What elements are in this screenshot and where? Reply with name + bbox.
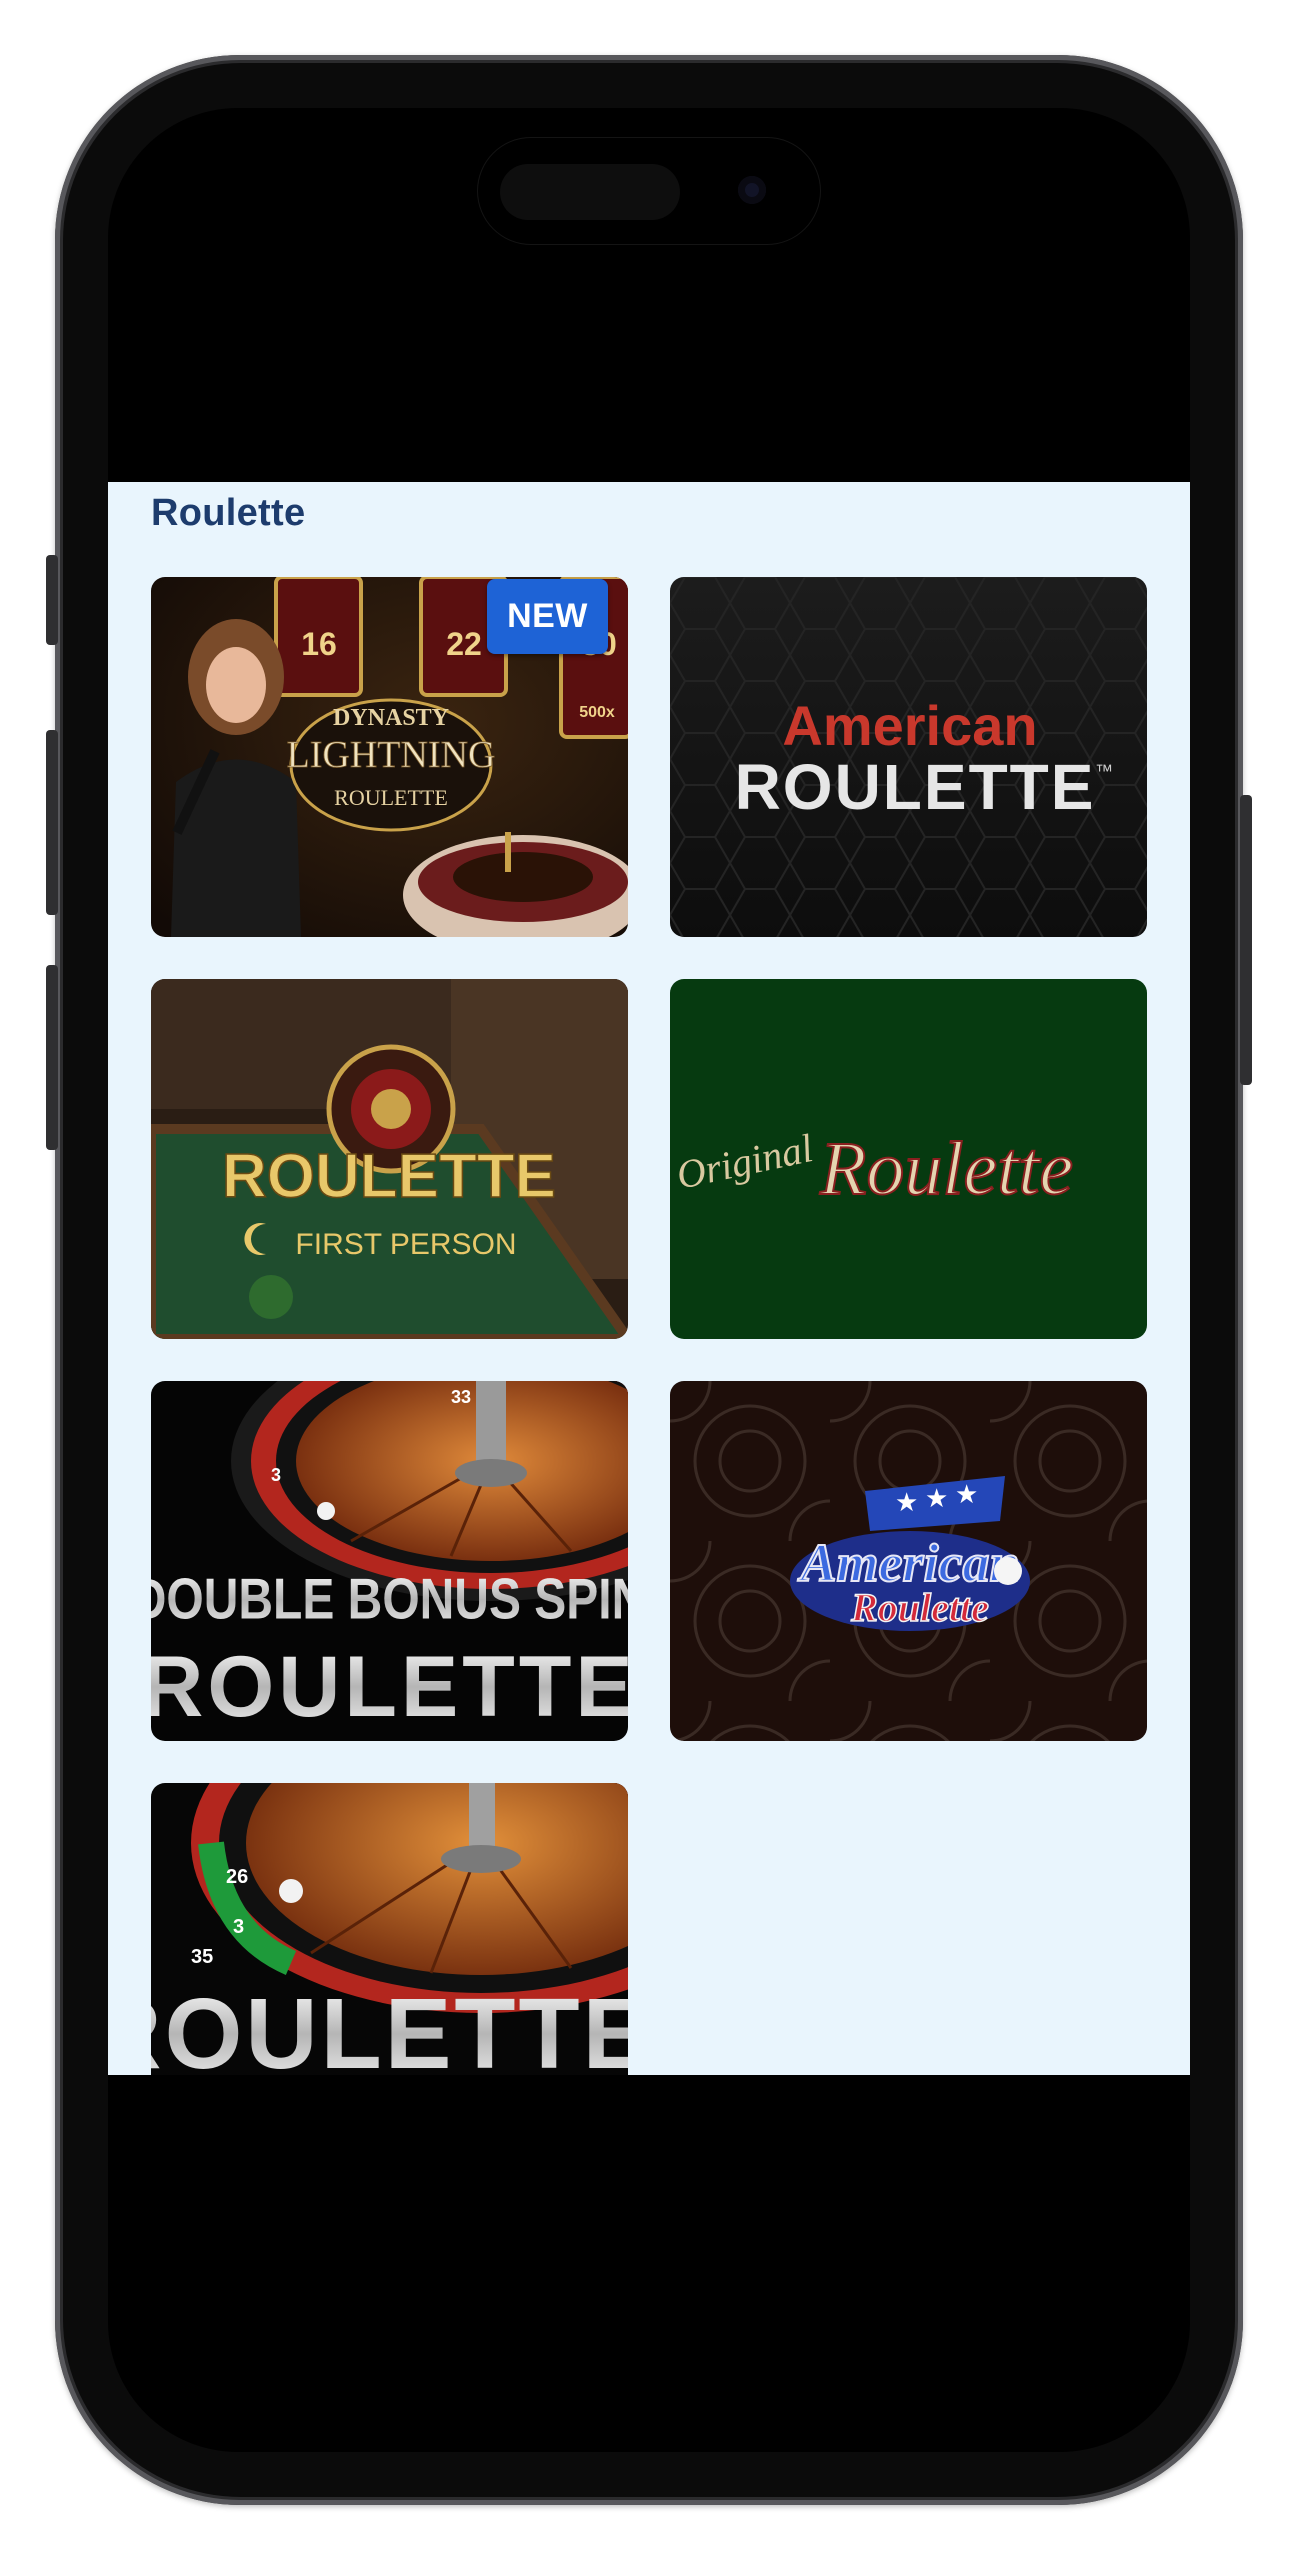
american-title-line-2: ROULETTE <box>735 751 1096 823</box>
wheel-number: 33 <box>451 1387 471 1407</box>
game-thumbnail: 26 3 35 ROULETTE! <box>151 1783 628 2075</box>
dynasty-title-line-1: DYNASTY <box>333 705 449 731</box>
trademark: ™ <box>1095 761 1113 781</box>
game-tile-american-roulette[interactable]: American ROULETTE ™ <box>670 577 1147 937</box>
game-tile-original-roulette[interactable]: Original Roulette <box>670 979 1147 1339</box>
stars-icon: ★ <box>955 1479 978 1509</box>
dynasty-title-line-3: ROULETTE <box>334 785 448 810</box>
wheel-number: 26 <box>226 1866 248 1888</box>
american-title-line-1: American <box>782 694 1037 757</box>
game-thumbnail: Original Roulette <box>670 979 1147 1339</box>
double-bonus-title-line-2: ROULETTE <box>151 1639 628 1735</box>
original-title-line-2: Roulette <box>819 1127 1073 1211</box>
dynasty-number-1: 16 <box>301 626 337 662</box>
game-thumbnail: American ROULETTE ™ <box>670 577 1147 937</box>
front-camera-icon <box>738 176 766 204</box>
game-thumbnail: ROULETTE FIRST PERSON <box>151 979 628 1339</box>
section-title: Roulette <box>151 492 306 534</box>
stars-icon: ★ <box>895 1487 918 1517</box>
dynamic-island <box>478 138 820 244</box>
first-person-title-line-1: ROULETTE <box>222 1142 556 1211</box>
stars-icon: ★ <box>925 1483 948 1513</box>
volume-down-button <box>46 965 58 1150</box>
dynasty-number-2: 22 <box>446 626 482 662</box>
game-thumbnail: ★ ★ ★ American Roulette <box>670 1381 1147 1741</box>
game-list-view: Roulette 16 22 30 500x <box>108 482 1190 2075</box>
first-person-title-line-2: FIRST PERSON <box>295 1228 516 1261</box>
game-thumbnail: 33 3 DOUBLE BONUS SPIN ROULETTE <box>151 1381 628 1741</box>
game-tile-dynasty-lightning-roulette[interactable]: 16 22 30 500x DYNASTY LIGHTNING ROULETTE <box>151 577 628 937</box>
american-classic-title-line-2: Roulette <box>850 1585 989 1630</box>
action-button <box>46 555 58 645</box>
power-button <box>1240 795 1252 1085</box>
double-bonus-title-line-1: DOUBLE BONUS SPIN <box>151 1568 628 1632</box>
game-tile-roulette-first-person[interactable]: ROULETTE FIRST PERSON <box>151 979 628 1339</box>
volume-up-button <box>46 730 58 915</box>
american-classic-title-line-1: American <box>797 1533 1019 1593</box>
wheel-number: 35 <box>191 1946 213 1968</box>
game-tile-double-bonus-spin-roulette[interactable]: 33 3 DOUBLE BONUS SPIN ROULETTE <box>151 1381 628 1741</box>
wheel-number: 3 <box>271 1465 281 1485</box>
game-tile-roulette-bang[interactable]: 26 3 35 ROULETTE! <box>151 1783 628 2075</box>
game-tile-american-roulette-classic[interactable]: ★ ★ ★ American Roulette <box>670 1381 1147 1741</box>
new-badge: NEW <box>487 579 608 654</box>
dynasty-title-line-2: LIGHTNING <box>287 734 496 776</box>
dynasty-multiplier: 500x <box>579 704 615 721</box>
island-sensor <box>500 164 680 220</box>
wheel-number: 3 <box>233 1916 244 1938</box>
roulette-bang-title: ROULETTE! <box>151 1978 628 2075</box>
phone-screen: Roulette 16 22 30 500x <box>108 108 1190 2452</box>
